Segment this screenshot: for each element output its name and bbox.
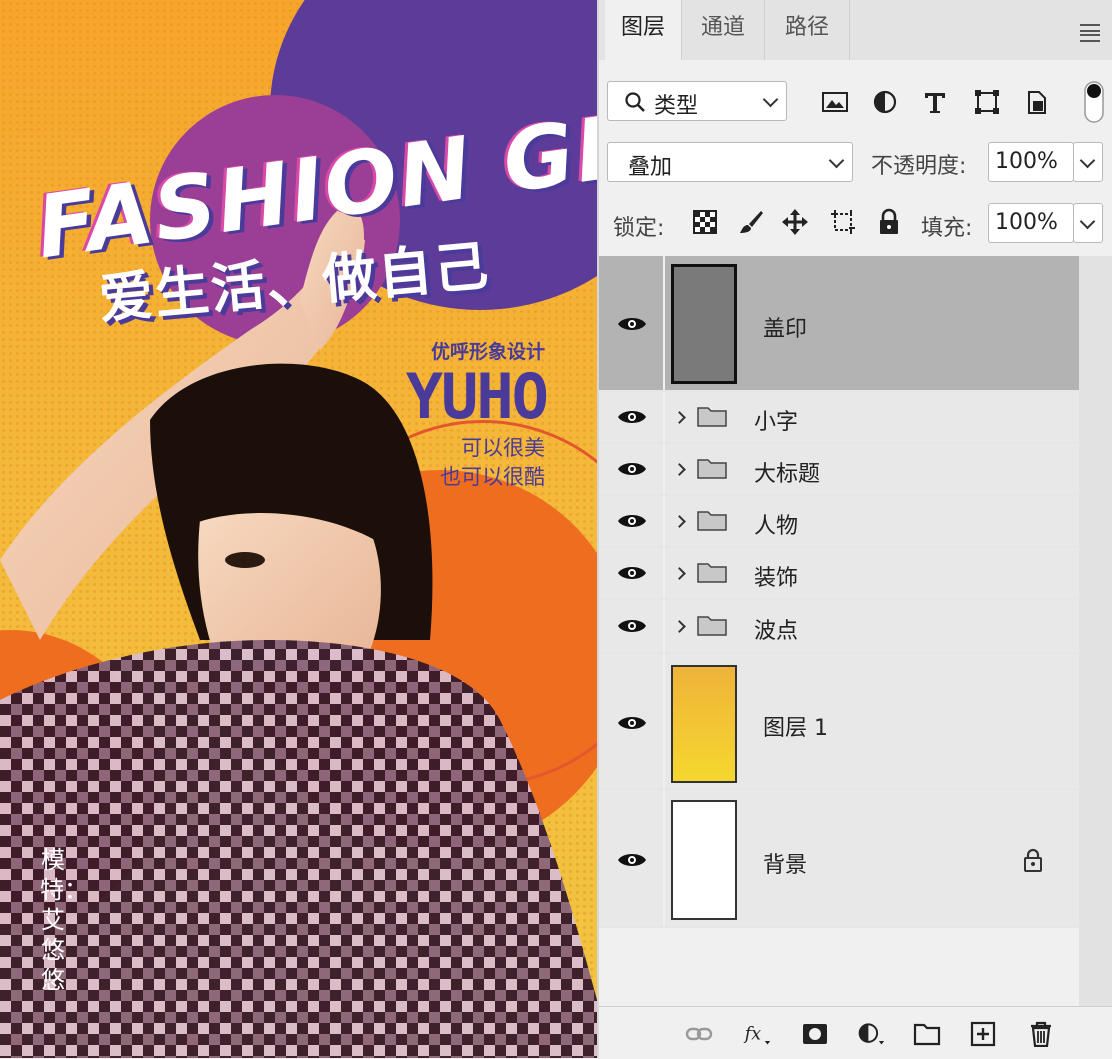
layer-row-background[interactable]: 背景 xyxy=(599,790,1079,928)
poster-canvas: FASHION GIRL 爱生活、做自己 优呼形象设计 YUHO 可以很美 也可… xyxy=(0,0,597,1058)
layer-row-person[interactable]: 人物 xyxy=(599,496,1079,548)
folder-icon xyxy=(697,511,727,531)
eye-icon[interactable] xyxy=(617,714,647,732)
new-layer-icon[interactable] xyxy=(969,1021,997,1047)
chevron-right-icon[interactable] xyxy=(673,463,686,476)
tagline-1: 可以很美 xyxy=(461,436,545,460)
fill-dropdown-button[interactable] xyxy=(1073,203,1103,243)
layer-thumbnail[interactable] xyxy=(671,665,737,783)
layer-list-scrollbar[interactable] xyxy=(1079,256,1112,1006)
layer-row-dots[interactable]: 波点 xyxy=(599,600,1079,654)
image-filter-icon[interactable] xyxy=(821,88,849,116)
smart-object-filter-icon[interactable] xyxy=(1023,88,1051,116)
opacity-label: 不透明度: xyxy=(871,154,967,179)
layer-row-small-text[interactable]: 小字 xyxy=(599,392,1079,444)
opacity-input[interactable]: 100% xyxy=(988,142,1074,182)
lock-transparent-pixels-icon[interactable] xyxy=(691,208,719,236)
search-icon xyxy=(625,92,645,112)
layer-row-stamp[interactable]: 盖印 xyxy=(599,256,1079,392)
eye-icon[interactable] xyxy=(617,460,647,478)
lock-all-icon[interactable] xyxy=(875,208,903,236)
layer-thumbnail[interactable] xyxy=(671,800,737,920)
fill-value: 100% xyxy=(995,210,1058,235)
eye-icon[interactable] xyxy=(617,408,647,426)
layer-row-decoration[interactable]: 装饰 xyxy=(599,548,1079,600)
panel-menu-icon[interactable] xyxy=(1080,24,1100,42)
add-mask-icon[interactable] xyxy=(801,1021,829,1047)
fill-label: 填充: xyxy=(921,216,973,241)
layer-name[interactable]: 图层 1 xyxy=(763,710,828,742)
svg-text:fx: fx xyxy=(743,1024,761,1044)
chevron-down-icon xyxy=(762,91,779,108)
new-group-folder-icon[interactable] xyxy=(913,1021,941,1047)
lock-image-pixels-brush-icon[interactable] xyxy=(737,208,765,236)
layer-row-headline[interactable]: 大标题 xyxy=(599,444,1079,496)
eye-icon[interactable] xyxy=(617,512,647,530)
layers-panel: 图层 通道 路径 类型 叠加 不透明度: 100% 锁定: 填充: 100% 盖… xyxy=(597,0,1112,1059)
type-filter-icon[interactable] xyxy=(921,88,949,116)
chevron-right-icon[interactable] xyxy=(673,411,686,424)
layer-row-layer-1[interactable]: 图层 1 xyxy=(599,654,1079,790)
chevron-right-icon[interactable] xyxy=(673,515,686,528)
layer-name[interactable]: 人物 xyxy=(754,508,798,540)
tab-paths[interactable]: 路径 xyxy=(765,0,850,60)
filter-label: 类型 xyxy=(654,94,699,119)
layer-name[interactable]: 小字 xyxy=(754,404,798,436)
panel-tabs: 图层 通道 路径 xyxy=(599,0,1112,60)
lock-artboard-icon[interactable] xyxy=(829,208,857,236)
chevron-right-icon[interactable] xyxy=(673,567,686,580)
chevron-right-icon[interactable] xyxy=(673,620,686,633)
folder-icon xyxy=(697,459,727,479)
folder-icon xyxy=(697,407,727,427)
layer-name[interactable]: 背景 xyxy=(763,847,807,879)
tab-layers[interactable]: 图层 xyxy=(605,0,682,60)
link-layers-icon[interactable] xyxy=(685,1021,713,1047)
folder-icon xyxy=(697,616,727,636)
adjustment-layer-icon[interactable] xyxy=(857,1021,885,1047)
chevron-down-icon xyxy=(1079,213,1096,230)
eye-icon[interactable] xyxy=(617,564,647,582)
chevron-down-icon xyxy=(828,152,845,169)
layer-name[interactable]: 盖印 xyxy=(763,311,807,343)
blend-mode-value: 叠加 xyxy=(628,155,673,180)
adjustment-filter-icon[interactable] xyxy=(871,88,899,116)
fill-input[interactable]: 100% xyxy=(988,203,1074,243)
model-credit: 模特：艾悠悠 xyxy=(40,846,88,994)
layer-name[interactable]: 波点 xyxy=(754,613,798,645)
chevron-down-icon xyxy=(1079,152,1096,169)
filter-toggle-switch[interactable] xyxy=(1083,80,1105,124)
folder-icon xyxy=(697,563,727,583)
layer-name[interactable]: 装饰 xyxy=(754,560,798,592)
delete-layer-trash-icon[interactable] xyxy=(1027,1021,1055,1047)
opacity-dropdown-button[interactable] xyxy=(1073,142,1103,182)
layer-filter-select[interactable]: 类型 xyxy=(607,81,787,121)
blend-mode-select[interactable]: 叠加 xyxy=(607,142,853,182)
lock-position-move-icon[interactable] xyxy=(781,208,809,236)
eye-icon[interactable] xyxy=(617,617,647,635)
layer-locked-icon xyxy=(1024,848,1042,872)
layer-thumbnail[interactable] xyxy=(671,264,737,384)
shape-filter-icon[interactable] xyxy=(973,88,1001,116)
eye-icon[interactable] xyxy=(617,315,647,333)
tab-channels[interactable]: 通道 xyxy=(682,0,765,60)
brand-name: YUHO xyxy=(405,360,549,433)
tagline-2: 也可以很酷 xyxy=(440,465,545,489)
lock-label: 锁定: xyxy=(613,216,665,241)
opacity-value: 100% xyxy=(995,149,1058,174)
eye-icon[interactable] xyxy=(617,851,647,869)
layers-bottom-toolbar: fx xyxy=(599,1006,1112,1059)
layer-name[interactable]: 大标题 xyxy=(754,456,820,488)
layer-style-fx-icon[interactable]: fx xyxy=(743,1021,771,1047)
